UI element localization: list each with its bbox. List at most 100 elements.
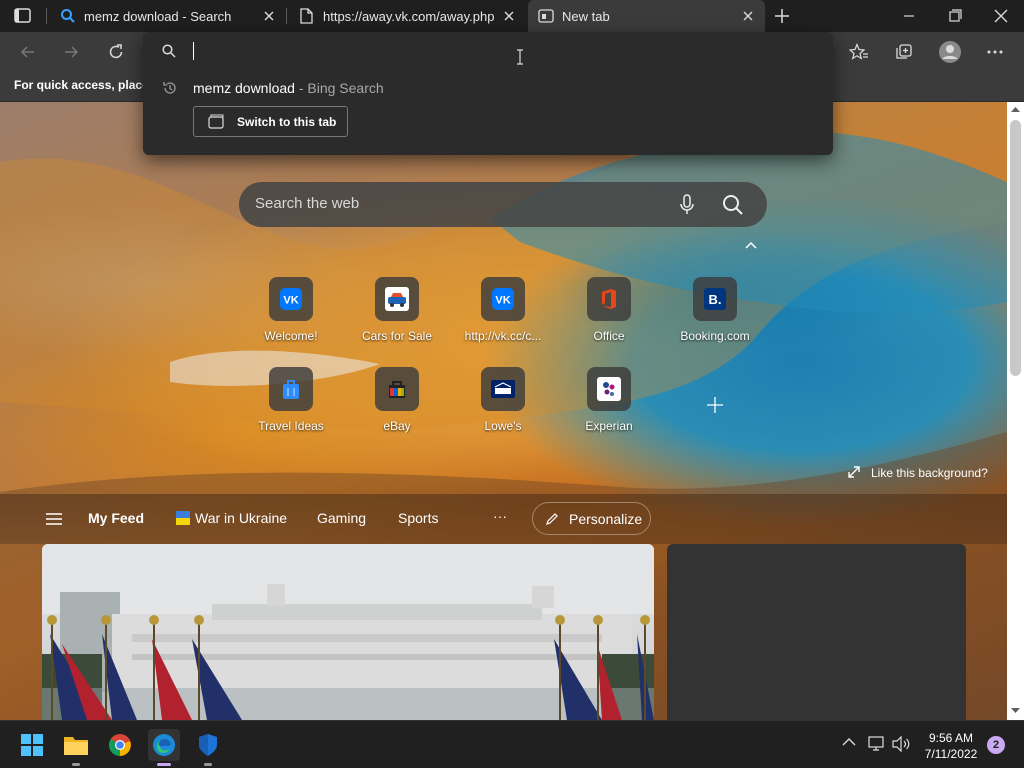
search-icon — [60, 8, 76, 24]
lowes-icon — [481, 367, 525, 411]
feed-tab-my-feed[interactable]: My Feed — [88, 510, 144, 526]
defender-button[interactable] — [192, 729, 224, 766]
profile-avatar[interactable] — [934, 36, 966, 68]
svg-text:VK: VK — [495, 295, 510, 307]
experian-icon — [587, 367, 631, 411]
feed-nav: My Feed War in Ukraine Gaming Sports ···… — [0, 494, 1007, 544]
white-house-image — [42, 544, 654, 720]
show-hidden-icons[interactable] — [842, 737, 856, 747]
suggestion-query: memz download — [193, 80, 295, 96]
feed-more-button[interactable]: ··· — [493, 508, 507, 524]
address-bar-dropdown: memz download - Bing Search Switch to th… — [143, 32, 833, 155]
new-tab-page: Search the web VK Welcome! Cars for Sale… — [0, 102, 1007, 720]
like-background-label: Like this background? — [871, 466, 988, 480]
refresh-button[interactable] — [100, 36, 132, 68]
file-explorer-button[interactable] — [60, 729, 92, 766]
edge-button[interactable] — [148, 729, 180, 766]
search-placeholder: Search the web — [255, 195, 360, 212]
network-icon[interactable] — [868, 736, 886, 752]
personalize-label: Personalize — [569, 511, 643, 527]
close-icon[interactable] — [502, 9, 516, 23]
favorites-bar-hint: For quick access, place y — [14, 78, 159, 92]
running-indicator — [72, 763, 80, 766]
clock-time: 9:56 AM — [928, 731, 974, 745]
chrome-button[interactable] — [104, 729, 136, 761]
search-icon — [162, 44, 176, 58]
quick-link-label: http://vk.cc/c... — [464, 329, 542, 343]
svg-text:VK: VK — [283, 295, 298, 307]
windows-icon — [21, 734, 43, 756]
svg-text:B.: B. — [709, 292, 722, 307]
tab-vk-away[interactable]: https://away.vk.com/away.php — [288, 0, 526, 32]
feed-tab-gaming[interactable]: Gaming — [317, 510, 366, 526]
booking-icon: B. — [693, 277, 737, 321]
forward-button[interactable] — [55, 36, 87, 68]
travel-bag-icon — [269, 367, 313, 411]
feed-card-placeholder[interactable] — [667, 544, 966, 720]
volume-icon[interactable] — [892, 736, 912, 752]
running-indicator — [204, 763, 212, 766]
microphone-icon[interactable] — [679, 194, 695, 216]
office-icon — [587, 277, 631, 321]
quick-link-label: Welcome! — [264, 329, 318, 343]
text-caret — [193, 42, 194, 60]
quick-link-label: Lowe's — [484, 419, 522, 433]
hamburger-menu-icon[interactable] — [46, 512, 62, 526]
ukraine-flag-icon — [176, 511, 190, 525]
page-icon — [298, 8, 314, 24]
page-scrollbar[interactable] — [1007, 102, 1024, 720]
newtab-icon — [538, 8, 554, 24]
edge-icon — [153, 734, 175, 756]
close-icon[interactable] — [741, 9, 755, 23]
tab-memz-search[interactable]: memz download - Search — [48, 0, 286, 32]
more-menu-icon[interactable] — [979, 36, 1011, 68]
favorites-button[interactable] — [843, 36, 875, 68]
chrome-icon — [109, 734, 131, 756]
start-button[interactable] — [16, 729, 48, 761]
collapse-chevron-icon[interactable] — [744, 240, 758, 250]
tab-new-tab[interactable]: New tab — [528, 0, 765, 32]
feed-tab-war-in-ukraine[interactable]: War in Ukraine — [195, 510, 287, 526]
tab-switch-icon — [208, 114, 224, 129]
scroll-up-icon[interactable] — [1011, 106, 1020, 112]
scrollbar-thumb[interactable] — [1010, 120, 1021, 376]
system-clock[interactable]: 9:56 AM 7/11/2022 — [918, 730, 984, 762]
close-icon[interactable] — [262, 9, 276, 23]
tab-title: New tab — [562, 9, 610, 24]
pencil-icon — [546, 513, 558, 525]
scroll-down-icon[interactable] — [1011, 708, 1020, 714]
clock-date: 7/11/2022 — [924, 747, 978, 761]
quick-link-label: Cars for Sale — [361, 329, 433, 343]
minimize-button[interactable] — [900, 8, 918, 24]
collections-button[interactable] — [888, 36, 920, 68]
shield-icon — [199, 734, 217, 756]
tab-strip: memz download - Search https://away.vk.c… — [0, 0, 1024, 32]
cars-icon — [375, 277, 419, 321]
close-window-button[interactable] — [992, 8, 1010, 24]
tab-separator — [46, 8, 47, 24]
address-input[interactable] — [193, 40, 793, 62]
ebay-icon — [375, 367, 419, 411]
search-icon[interactable] — [722, 194, 744, 216]
notification-badge[interactable]: 2 — [987, 736, 1005, 754]
feed-tab-sports[interactable]: Sports — [398, 510, 438, 526]
restore-button[interactable] — [946, 8, 964, 24]
vk-icon: VK — [481, 277, 525, 321]
expand-icon — [848, 466, 860, 478]
web-search-box[interactable]: Search the web — [239, 182, 767, 227]
back-button[interactable] — [12, 36, 44, 68]
quick-link-label: Booking.com — [680, 329, 750, 343]
history-icon — [162, 80, 178, 96]
personalize-button[interactable]: Personalize — [532, 502, 651, 535]
add-quick-link-icon[interactable] — [706, 396, 724, 414]
feed-card-featured[interactable] — [42, 544, 654, 720]
new-tab-button[interactable] — [773, 7, 791, 25]
quick-link-label: Office — [593, 329, 625, 343]
history-suggestion[interactable]: memz download - Bing Search — [193, 80, 384, 96]
tab-title: memz download - Search — [84, 9, 232, 24]
switch-to-tab-button[interactable]: Switch to this tab — [193, 106, 348, 137]
tab-separator — [286, 8, 287, 24]
active-indicator — [157, 763, 171, 766]
switch-to-tab-label: Switch to this tab — [237, 115, 337, 129]
tab-actions-icon[interactable] — [14, 8, 32, 24]
